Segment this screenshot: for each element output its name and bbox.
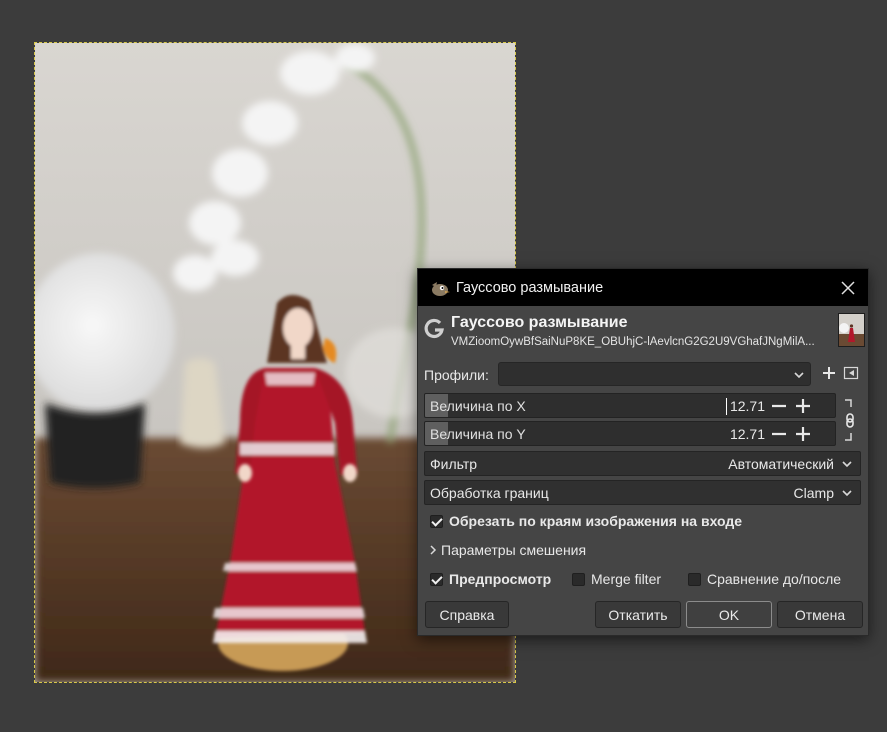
close-icon <box>841 280 855 295</box>
dialog-titlebar[interactable]: Гауссово размывание <box>418 269 868 306</box>
blending-options-expander[interactable]: Параметры смешения <box>428 542 586 558</box>
layer-name: VMZioomOywBfSaiNuP8KE_OBUhjC-lAevlcnG2G2… <box>451 336 815 348</box>
compare-label: Сравнение до/после <box>707 571 842 587</box>
size-y-spinscale[interactable]: Величина по Y 12.71 <box>424 421 836 446</box>
size-y-label: Величина по Y <box>430 426 526 442</box>
border-value: Clamp <box>793 485 834 501</box>
gaussian-blur-dialog: Гауссово размывание Гауссово размывание … <box>417 268 869 636</box>
merge-label: Merge filter <box>591 571 662 587</box>
profile-menu-icon[interactable] <box>843 365 859 381</box>
preview-label: Предпросмотр <box>449 571 552 587</box>
gimp-wilber-icon <box>432 281 450 296</box>
checkbox-box[interactable] <box>688 572 701 586</box>
text-cursor <box>726 398 727 415</box>
preview-checkbox[interactable]: Предпросмотр <box>430 571 551 587</box>
merge-filter-checkbox[interactable]: Merge filter <box>572 571 661 587</box>
chevron-down-icon <box>842 490 852 497</box>
checkbox-box[interactable] <box>572 572 585 586</box>
filter-header: Гауссово размывание VMZioomOywBfSaiNuP8K… <box>418 306 868 354</box>
profiles-label: Профили: <box>424 367 489 383</box>
checkbox-box[interactable] <box>430 514 443 528</box>
clip-checkbox[interactable]: Обрезать по краям изображения на входе <box>430 513 742 529</box>
filter-title: Гауссово размывание <box>451 314 628 331</box>
size-x-spinscale[interactable]: Величина по X 12.71 <box>424 393 836 418</box>
clip-label: Обрезать по краям изображения на входе <box>449 513 743 529</box>
size-x-value[interactable]: 12.71 <box>730 398 765 414</box>
chevron-down-icon <box>794 372 804 379</box>
filter-dropdown[interactable]: Фильтр Автоматический <box>424 451 861 476</box>
filter-label: Фильтр <box>430 456 478 472</box>
compare-checkbox[interactable]: Сравнение до/после <box>688 571 841 587</box>
profiles-combo[interactable] <box>498 362 811 386</box>
border-label: Обработка границ <box>430 485 549 501</box>
close-button[interactable] <box>828 269 868 306</box>
cancel-button[interactable]: Отмена <box>777 601 863 628</box>
ok-button[interactable]: OK <box>686 601 772 628</box>
checkbox-box[interactable] <box>430 572 443 586</box>
image-thumbnail <box>838 313 865 347</box>
reset-button[interactable]: Откатить <box>595 601 681 628</box>
blend-label: Параметры смешения <box>441 542 587 558</box>
size-y-decrement[interactable] <box>769 424 789 444</box>
chevron-down-icon <box>842 461 852 468</box>
size-y-value[interactable]: 12.71 <box>730 426 765 442</box>
help-button[interactable]: Справка <box>425 601 509 628</box>
plus-icon[interactable] <box>821 365 837 381</box>
chevron-right-icon <box>430 545 437 555</box>
border-dropdown[interactable]: Обработка границ Clamp <box>424 480 861 505</box>
size-x-increment[interactable] <box>793 396 813 416</box>
size-x-label: Величина по X <box>430 398 526 414</box>
chain-link-icon[interactable] <box>843 397 857 443</box>
filter-value: Автоматический <box>728 456 834 472</box>
window-title: Гауссово размывание <box>456 279 604 296</box>
gegl-g-icon <box>424 318 444 339</box>
size-x-decrement[interactable] <box>769 396 789 416</box>
size-y-increment[interactable] <box>793 424 813 444</box>
